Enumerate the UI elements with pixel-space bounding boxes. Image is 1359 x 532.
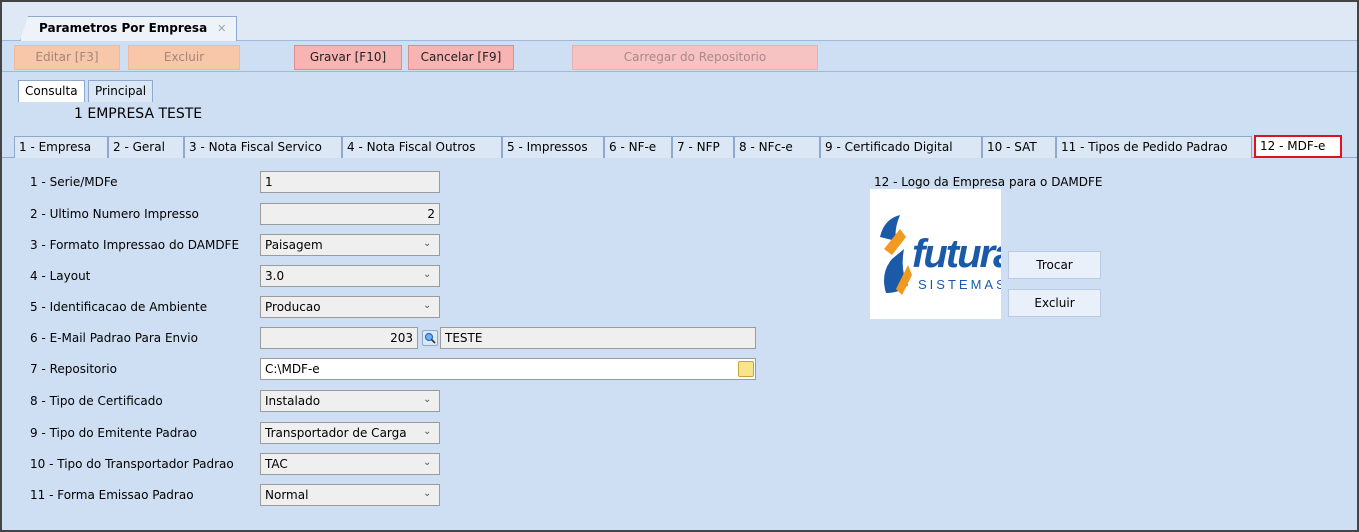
tab-nota-fiscal-servico[interactable]: 3 - Nota Fiscal Servico: [184, 136, 342, 158]
close-icon[interactable]: ✕: [217, 22, 226, 35]
tab-impressos[interactable]: 5 - Impressos: [502, 136, 604, 158]
logo-label: 12 - Logo da Empresa para o DAMDFE: [874, 175, 1103, 189]
logo-brand-subtext: SISTEMAS: [918, 277, 1001, 292]
search-icon[interactable]: [422, 330, 438, 346]
emitente-select[interactable]: Transportador de Carga ⌄: [260, 422, 440, 444]
tab-nota-fiscal-outros[interactable]: 4 - Nota Fiscal Outros: [342, 136, 502, 158]
ultimo-numero-input[interactable]: 2: [260, 203, 440, 225]
tab-sat[interactable]: 10 - SAT: [982, 136, 1056, 158]
chevron-down-icon: ⌄: [423, 426, 432, 437]
load-repository-button[interactable]: Carregar do Repositorio: [572, 45, 818, 70]
tab-empresa[interactable]: 1 - Empresa: [14, 136, 108, 158]
certificado-label: 8 - Tipo de Certificado: [30, 394, 163, 408]
formato-select[interactable]: Paisagem ⌄: [260, 234, 440, 256]
layout-value: 3.0: [265, 269, 285, 283]
emitente-value: Transportador de Carga: [265, 426, 407, 440]
serie-label: 1 - Serie/MDFe: [30, 175, 118, 189]
transportador-label: 10 - Tipo do Transportador Padrao: [30, 457, 234, 471]
email-code-input[interactable]: 203: [260, 327, 418, 349]
cancel-button[interactable]: Cancelar [F9]: [408, 45, 514, 70]
chevron-down-icon: ⌄: [423, 238, 432, 249]
layout-select[interactable]: 3.0 ⌄: [260, 265, 440, 287]
emissao-label: 11 - Forma Emissao Padrao: [30, 488, 194, 502]
company-label: 1 EMPRESA TESTE: [74, 106, 203, 122]
delete-button[interactable]: Excluir: [128, 45, 240, 70]
remove-logo-button[interactable]: Excluir: [1008, 289, 1101, 317]
window-tab-title: Parametros Por Empresa: [39, 21, 208, 35]
certificado-select[interactable]: Instalado ⌄: [260, 390, 440, 412]
chevron-down-icon: ⌄: [423, 300, 432, 311]
chevron-down-icon: ⌄: [423, 488, 432, 499]
tab-principal[interactable]: Principal: [88, 80, 154, 102]
company-logo: futura SISTEMAS: [870, 189, 1017, 319]
tab-mdfe[interactable]: 12 - MDF-e: [1254, 135, 1342, 158]
change-logo-button[interactable]: Trocar: [1008, 251, 1101, 279]
formato-label: 3 - Formato Impressao do DAMDFE: [30, 238, 240, 252]
tab-consulta[interactable]: Consulta: [18, 80, 85, 102]
layout-label: 4 - Layout: [30, 269, 91, 283]
emissao-value: Normal: [265, 488, 309, 502]
ultimo-numero-label: 2 - Ultimo Numero Impresso: [30, 207, 199, 221]
window-tab-parametros[interactable]: Parametros Por Empresa ✕: [20, 16, 238, 41]
tab-geral[interactable]: 2 - Geral: [108, 136, 184, 158]
emitente-label: 9 - Tipo do Emitente Padrao: [30, 426, 197, 440]
chevron-down-icon: ⌄: [423, 394, 432, 405]
edit-button[interactable]: Editar [F3]: [14, 45, 120, 70]
tab-certificado-digital[interactable]: 9 - Certificado Digital: [820, 136, 982, 158]
save-button[interactable]: Gravar [F10]: [294, 45, 402, 70]
tab-tipos-de-pedido-padrao[interactable]: 11 - Tipos de Pedido Padrao: [1056, 136, 1252, 158]
tab-nfe[interactable]: 6 - NF-e: [604, 136, 672, 158]
ambiente-select[interactable]: Producao ⌄: [260, 296, 440, 318]
folder-icon[interactable]: [738, 361, 754, 377]
repositorio-label: 7 - Repositorio: [30, 362, 117, 376]
email-label: 6 - E-Mail Padrao Para Envio: [30, 331, 198, 345]
repositorio-input[interactable]: C:\MDF-e: [260, 358, 756, 380]
certificado-value: Instalado: [265, 394, 321, 408]
serie-input[interactable]: 1: [260, 171, 440, 193]
window-tab-strip: Parametros Por Empresa ✕: [2, 2, 1357, 41]
emissao-select[interactable]: Normal ⌄: [260, 484, 440, 506]
main-tabs: 1 - Empresa 2 - Geral 3 - Nota Fiscal Se…: [2, 133, 1357, 158]
formato-value: Paisagem: [265, 238, 323, 252]
chevron-down-icon: ⌄: [423, 457, 432, 468]
chevron-down-icon: ⌄: [423, 269, 432, 280]
logo-brand-text: futura: [912, 232, 1001, 276]
tab-nfce[interactable]: 8 - NFc-e: [734, 136, 820, 158]
application-window: Parametros Por Empresa ✕ Editar [F3] Excl…: [0, 0, 1359, 532]
ambiente-label: 5 - Identificacao de Ambiente: [30, 300, 208, 314]
transportador-value: TAC: [265, 457, 288, 471]
ambiente-value: Producao: [265, 300, 321, 314]
transportador-select[interactable]: TAC ⌄: [260, 453, 440, 475]
email-name-display: TESTE: [440, 327, 756, 349]
tab-nfp[interactable]: 7 - NFP: [672, 136, 734, 158]
toolbar: Editar [F3] Excluir Gravar [F10] Cancela…: [2, 42, 1357, 72]
